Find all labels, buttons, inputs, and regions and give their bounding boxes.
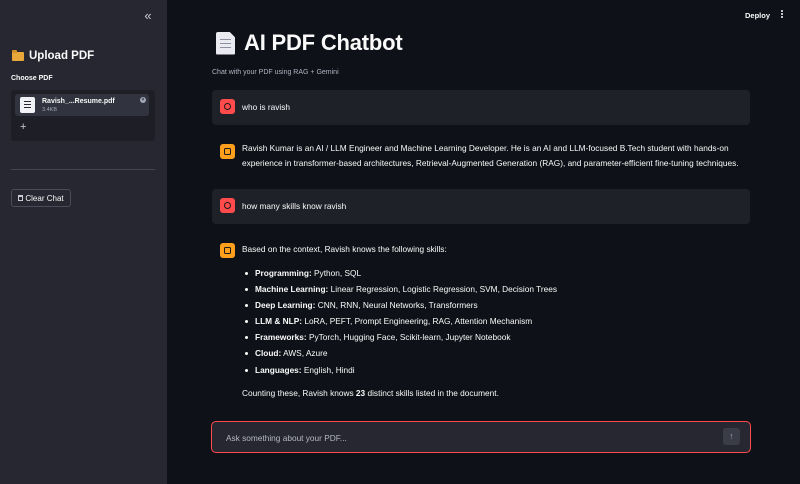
add-file-icon[interactable]: + bbox=[20, 121, 26, 133]
file-uploader[interactable]: Ravish_...Resume.pdf 3.4KB × + bbox=[11, 90, 155, 141]
sidebar-title: Upload PDF bbox=[12, 49, 95, 62]
chat-message-assistant: Based on the context, Ravish knows the f… bbox=[212, 234, 750, 404]
sidebar: « Upload PDF Choose PDF Ravish_...Resume… bbox=[0, 0, 167, 484]
list-item: LLM & NLP: LoRA, PEFT, Prompt Engineerin… bbox=[242, 313, 742, 329]
file-size: 3.4KB bbox=[42, 107, 57, 113]
chat-message-user: how many skills know ravish bbox=[212, 189, 750, 224]
chat-input-container: ↑ bbox=[211, 421, 751, 453]
chat-message-assistant: Ravish Kumar is an AI / LLM Engineer and… bbox=[212, 135, 750, 179]
trash-icon bbox=[18, 195, 24, 201]
chat-input[interactable] bbox=[224, 430, 708, 446]
clear-chat-button[interactable]: Clear Chat bbox=[11, 189, 71, 207]
assistant-avatar-icon bbox=[220, 243, 235, 258]
list-item: Cloud: AWS, Azure bbox=[242, 345, 742, 361]
folder-icon bbox=[12, 49, 24, 61]
deploy-button[interactable]: Deploy bbox=[745, 11, 770, 20]
uploaded-file: Ravish_...Resume.pdf 3.4KB × bbox=[15, 94, 149, 116]
message-summary: Counting these, Ravish knows 23 distinct… bbox=[242, 387, 499, 398]
message-text: Ravish Kumar is an AI / LLM Engineer and… bbox=[242, 143, 739, 168]
list-item: Languages: English, Hindi bbox=[242, 362, 742, 378]
document-icon bbox=[216, 31, 235, 55]
list-item: Machine Learning: Linear Regression, Log… bbox=[242, 281, 742, 297]
clear-chat-label: Clear Chat bbox=[25, 193, 64, 203]
assistant-avatar-icon bbox=[220, 144, 235, 159]
collapse-sidebar-icon[interactable]: « bbox=[141, 9, 155, 23]
file-name: Ravish_...Resume.pdf bbox=[42, 98, 115, 105]
message-body: Based on the context, Ravish knows the f… bbox=[242, 242, 742, 400]
chat-message-user: who is ravish bbox=[212, 90, 750, 125]
user-avatar-icon bbox=[220, 99, 235, 114]
list-item: Frameworks: PyTorch, Hugging Face, Sciki… bbox=[242, 329, 742, 345]
message-text: who is ravish bbox=[242, 102, 290, 112]
message-text: how many skills know ravish bbox=[242, 201, 347, 211]
user-avatar-icon bbox=[220, 198, 235, 213]
page-header: AI PDF Chatbot bbox=[216, 30, 403, 56]
skills-list: Programming: Python, SQL Machine Learnin… bbox=[242, 265, 742, 378]
send-arrow-icon[interactable]: ↑ bbox=[723, 428, 740, 445]
message-intro: Based on the context, Ravish knows the f… bbox=[242, 244, 447, 254]
main-menu-icon[interactable] bbox=[779, 9, 785, 21]
list-item: Deep Learning: CNN, RNN, Neural Networks… bbox=[242, 297, 742, 313]
file-icon bbox=[20, 97, 35, 113]
page-title: AI PDF Chatbot bbox=[244, 30, 403, 55]
file-uploader-label: Choose PDF bbox=[11, 75, 53, 82]
sidebar-divider bbox=[11, 169, 155, 170]
remove-file-icon[interactable]: × bbox=[140, 97, 146, 103]
list-item: Programming: Python, SQL bbox=[242, 265, 742, 281]
sidebar-title-text: Upload PDF bbox=[29, 50, 95, 62]
page-subtitle: Chat with your PDF using RAG + Gemini bbox=[212, 69, 339, 76]
